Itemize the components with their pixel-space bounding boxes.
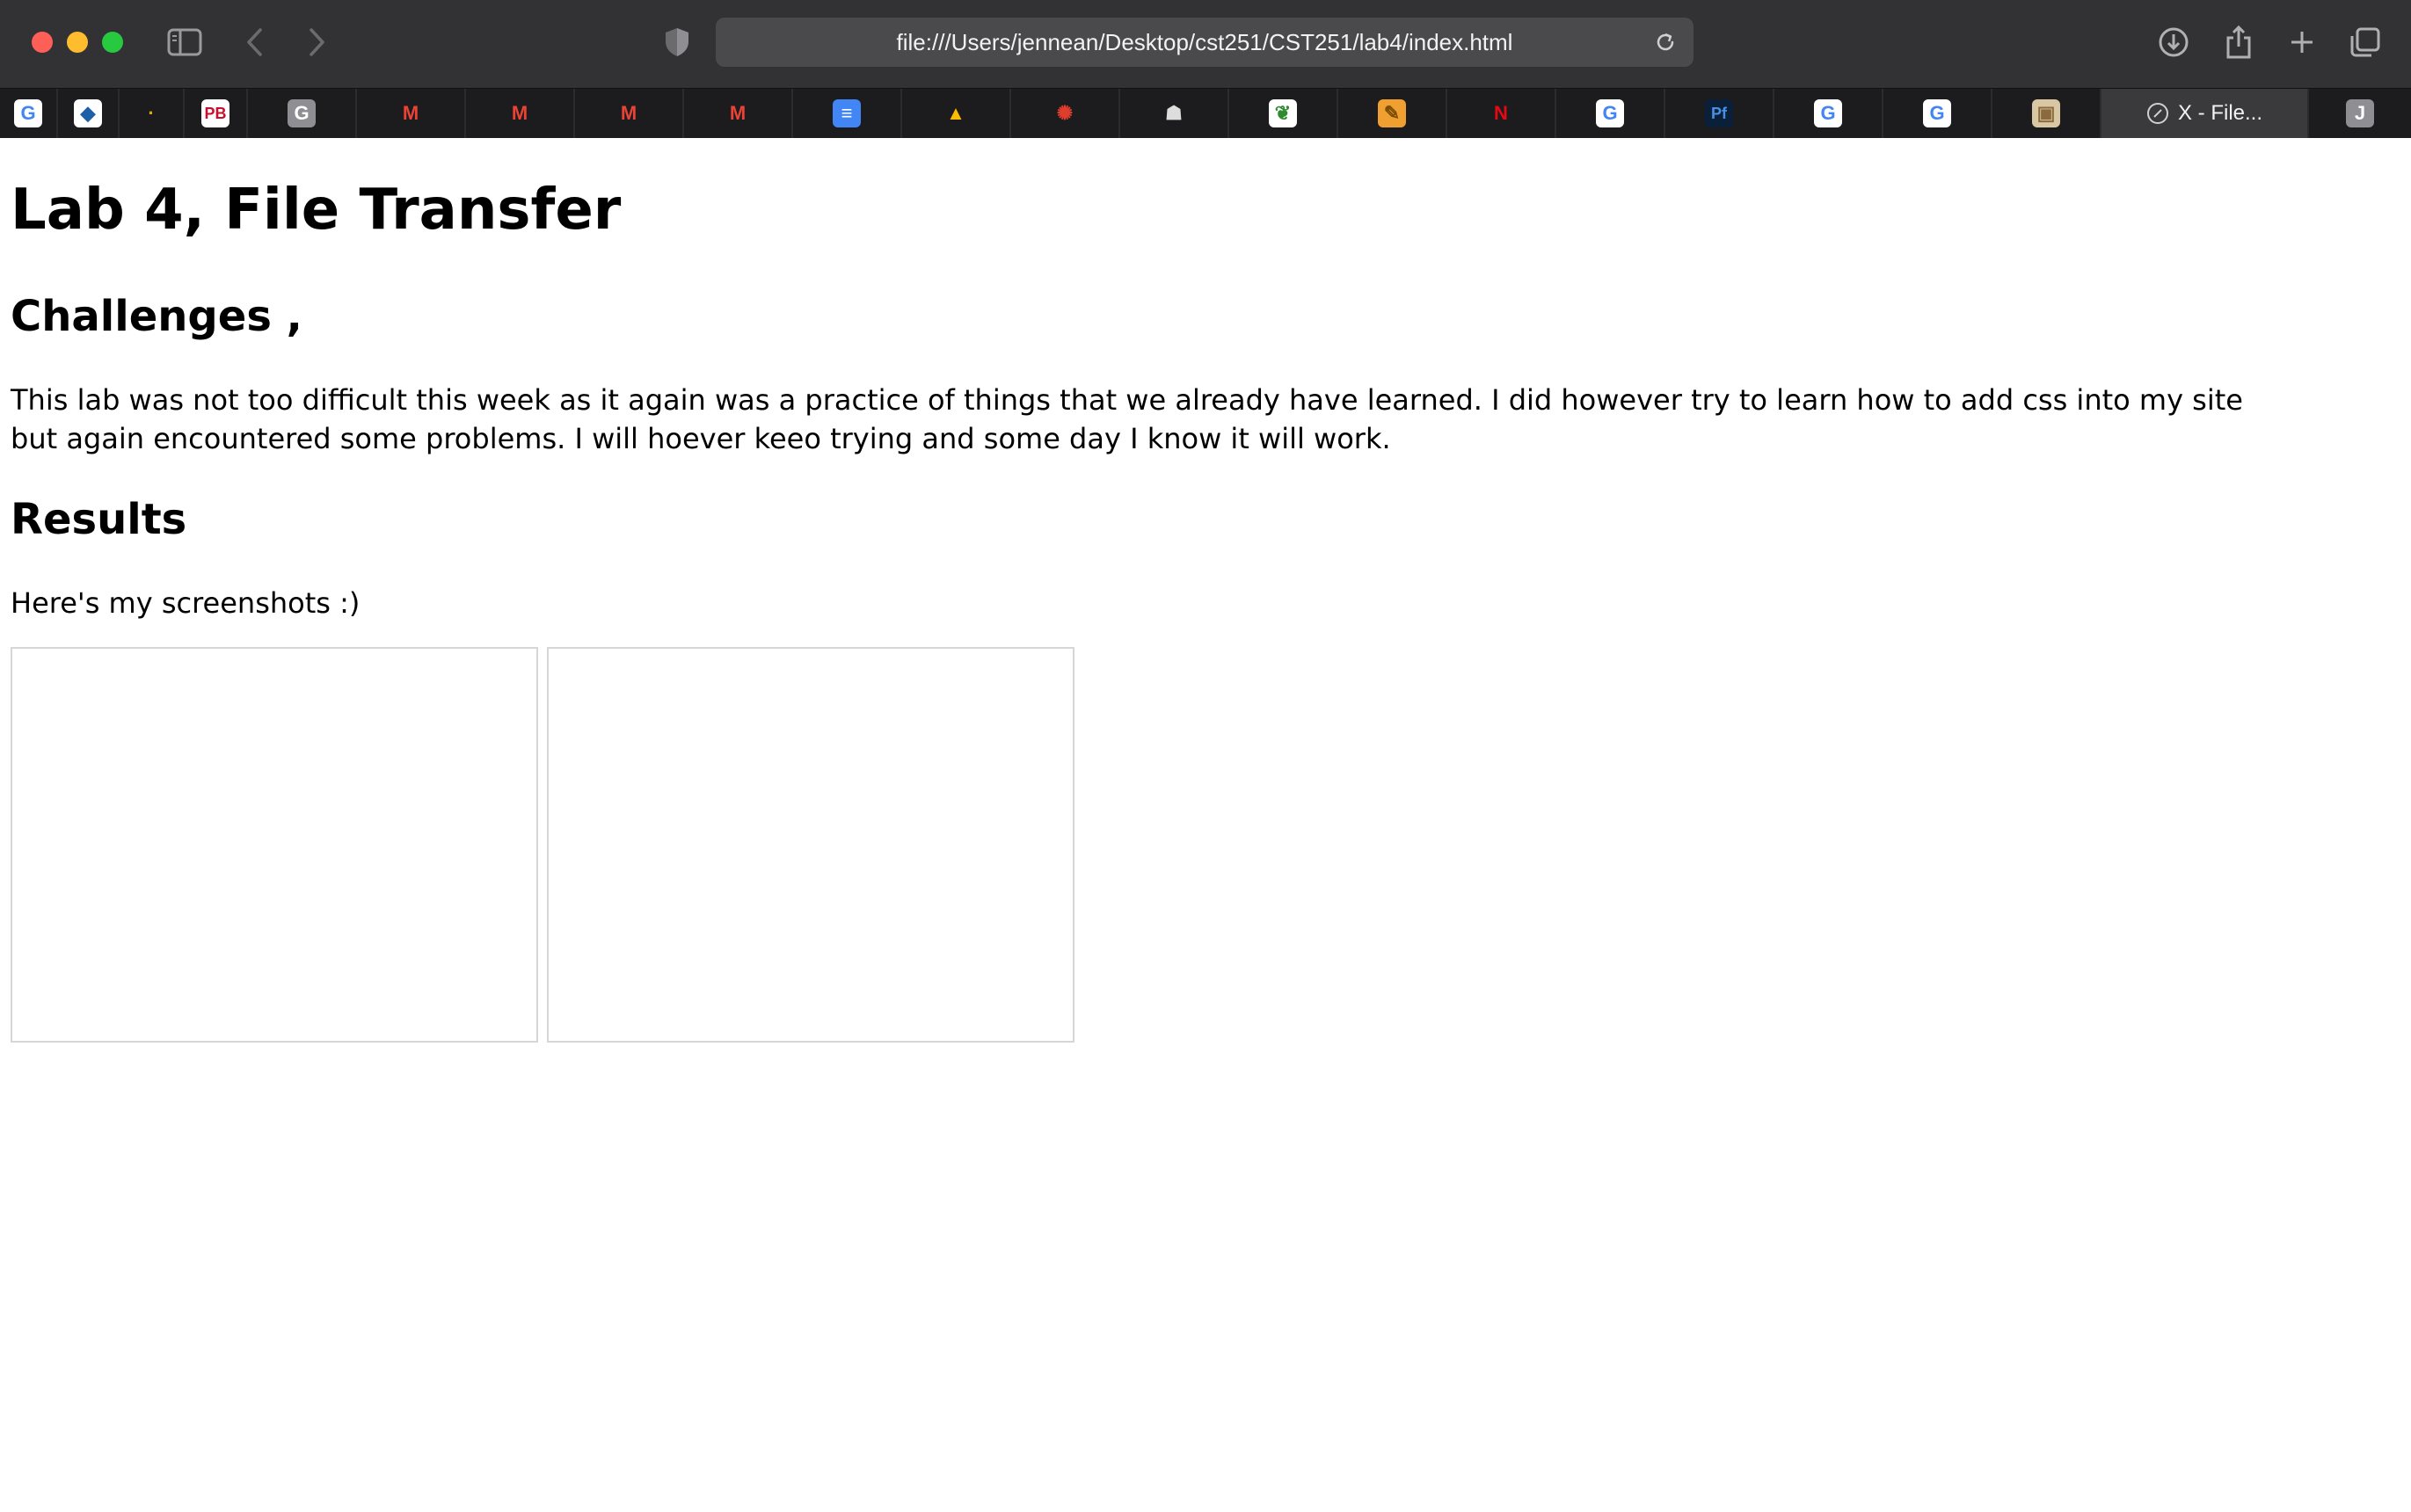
google-icon: G <box>1814 99 1842 127</box>
pb-icon: PB <box>201 99 229 127</box>
gmail-icon: M <box>620 102 637 124</box>
browser-tab[interactable]: PB <box>185 89 248 138</box>
reload-icon[interactable] <box>1646 23 1685 62</box>
leaf-app-icon: ❦ <box>1269 99 1297 127</box>
netflix-icon: N <box>1494 102 1508 124</box>
google-icon: G <box>1923 99 1951 127</box>
gmail-icon: M <box>402 102 419 124</box>
zoom-window-button[interactable] <box>102 32 123 53</box>
browser-toolbar: file:///Users/jennean/Desktop/cst251/CST… <box>0 0 2411 88</box>
dark-app-icon: · <box>137 99 165 127</box>
sidebar-toggle-icon[interactable] <box>165 23 204 62</box>
google-docs-icon: ≡ <box>833 99 861 127</box>
google-drive-icon: ▲ <box>946 102 965 124</box>
google-icon: G <box>14 99 42 127</box>
active-tab[interactable]: X - File... <box>2101 89 2309 138</box>
app-logo-icon: ◆ <box>74 99 102 127</box>
wolf-icon: ☗ <box>1165 102 1183 124</box>
forward-icon[interactable] <box>297 23 336 62</box>
close-window-button[interactable] <box>32 32 53 53</box>
screenshot-image-2 <box>547 647 1074 1043</box>
photo-icon: ▣ <box>2032 99 2060 127</box>
browser-tab[interactable]: M <box>575 89 684 138</box>
browser-tab[interactable]: ✺ <box>1011 89 1120 138</box>
browser-tab[interactable]: ❦ <box>1229 89 1338 138</box>
browser-tab[interactable]: ▣ <box>1992 89 2101 138</box>
browser-tab[interactable]: ◆ <box>58 89 120 138</box>
browser-tab[interactable]: G <box>1883 89 1992 138</box>
challenges-heading: Challenges , <box>11 292 302 341</box>
new-tab-icon[interactable] <box>2283 23 2321 62</box>
browser-tab[interactable]: ☗ <box>1120 89 1229 138</box>
browser-tab[interactable]: J <box>2309 89 2411 138</box>
browser-tab[interactable]: G <box>1774 89 1883 138</box>
url-text[interactable]: file:///Users/jennean/Desktop/cst251/CST… <box>716 18 1641 67</box>
share-icon[interactable] <box>2219 23 2258 62</box>
gmail-icon: M <box>729 102 747 124</box>
compass-icon <box>2146 103 2168 124</box>
results-heading: Results <box>11 495 187 544</box>
gmail-icon: M <box>511 102 528 124</box>
browser-tab[interactable]: G <box>0 89 58 138</box>
back-icon[interactable] <box>236 23 274 62</box>
google-icon: G <box>1596 99 1624 127</box>
pf-icon: Pf <box>1705 99 1733 127</box>
browser-tab[interactable]: M <box>684 89 793 138</box>
minimize-window-button[interactable] <box>67 32 88 53</box>
g-letter-icon: G <box>288 99 316 127</box>
tab-overview-icon[interactable] <box>2346 23 2385 62</box>
browser-tab[interactable]: Pf <box>1665 89 1774 138</box>
active-tab-title: X - File... <box>2177 101 2262 125</box>
browser-tab[interactable]: M <box>357 89 466 138</box>
browser-tab[interactable]: ≡ <box>793 89 902 138</box>
privacy-shield-icon[interactable] <box>658 23 696 62</box>
j-letter-icon: J <box>2346 99 2374 127</box>
tab-strip: G ◆ · PB G M M M M ≡ ▲ ✺ ☗ ❦ ✎ N G Pf G G ▣ X - File... J <box>0 88 2411 138</box>
browser-tab[interactable]: ▲ <box>902 89 1011 138</box>
results-paragraph: Here's my screenshots :) <box>11 586 361 620</box>
page-title: Lab 4, File Transfer <box>11 178 622 243</box>
browser-tab[interactable]: G <box>1556 89 1665 138</box>
browser-tab[interactable]: ✎ <box>1338 89 1447 138</box>
canvas-icon: ✺ <box>1056 102 1074 124</box>
browser-tab[interactable]: M <box>466 89 575 138</box>
screenshot-image-1 <box>11 647 538 1043</box>
challenges-paragraph: This lab was not too difficult this week… <box>11 383 2243 455</box>
address-bar[interactable]: file:///Users/jennean/Desktop/cst251/CST… <box>716 18 1694 67</box>
browser-tab[interactable]: · <box>120 89 185 138</box>
browser-tab[interactable]: G <box>248 89 357 138</box>
downloads-icon[interactable] <box>2154 23 2193 62</box>
notes-icon: ✎ <box>1378 99 1406 127</box>
browser-tab[interactable]: N <box>1447 89 1556 138</box>
